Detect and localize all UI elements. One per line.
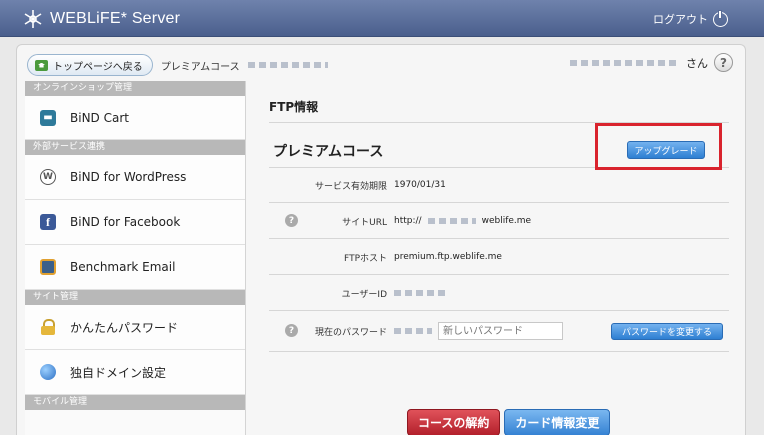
sidebar-section-shop: オンラインショップ管理 [25,81,245,96]
help-icon[interactable]: ? [714,53,733,72]
sidebar-section-external: 外部サービス連携 [25,140,245,155]
divider [269,202,729,203]
help-icon[interactable]: ? [285,214,298,227]
password-label: 現在のパスワード [314,327,387,338]
highlight-box [595,123,722,170]
cart-icon: ▬ [40,109,56,126]
site-url-label: サイトURL [342,217,387,228]
user-suffix: さん [686,56,708,70]
user-id-value [394,290,449,296]
wordpress-icon: W [40,169,56,185]
change-card-button[interactable]: カード情報変更 [504,409,611,435]
power-icon [713,10,728,27]
masked-password [394,328,432,334]
lock-icon [40,319,56,335]
masked-subdomain [427,218,476,224]
divider [269,238,729,239]
sidebar: オンラインショップ管理 ▬ BiND Cart 外部サービス連携 W BiND … [25,81,246,435]
masked-username [570,59,680,66]
sidebar-item-label: 独自ドメイン設定 [70,365,167,380]
masked-user-id [394,290,449,296]
sidebar-item-label: BiND for Facebook [70,215,181,229]
sidebar-item-label: Benchmark Email [70,260,176,274]
help-icon[interactable]: ? [285,324,298,337]
password-row: ? 現在のパスワード パスワードを変更する [254,321,729,341]
cancel-course-button[interactable]: コースの解約 [407,409,501,435]
new-password-input[interactable] [438,322,563,340]
sidebar-item-label: BiND Cart [70,110,129,125]
globe-icon [40,364,56,380]
back-to-top-button[interactable]: トップページへ戻る [27,54,153,76]
sidebar-item-bind-facebook[interactable]: f BiND for Facebook [25,200,245,245]
sidebar-section-site: サイト管理 [25,290,245,305]
user-area: さん ? [570,53,733,72]
logout-button[interactable]: ログアウト [653,10,728,27]
site-url-prefix: http:// [394,216,422,226]
sidebar-item-bind-wordpress[interactable]: W BiND for WordPress [25,155,245,200]
back-to-top-label: トップページへ戻る [53,61,143,73]
breadcrumb-current: プレミアムコース [160,61,240,73]
benchmark-icon [40,259,56,275]
sidebar-item-easy-password[interactable]: かんたんパスワード [25,305,245,350]
sidebar-item-label: BiND for WordPress [70,170,187,184]
plan-title: プレミアムコース [273,144,384,160]
logout-label: ログアウト [653,13,708,26]
ftp-host-value: premium.ftp.weblife.me [394,252,502,262]
ftp-host-label: FTPホスト [344,253,387,264]
home-icon [35,59,48,71]
top-bar: WEBLiFE* Server ログアウト [0,0,764,37]
page-title: FTP情報 [269,100,319,114]
password-value [394,322,563,340]
sidebar-item-label: かんたんパスワード [70,320,179,335]
site-url-value[interactable]: http:// weblife.me [394,216,531,226]
site-url-suffix: weblife.me [481,216,532,226]
app-title: WEBLiFE* Server [50,10,181,27]
breadcrumb: トップページへ戻る プレミアムコース [27,54,328,76]
facebook-icon: f [40,214,56,230]
app-logo[interactable]: WEBLiFE* Server [22,8,180,30]
sidebar-item-domain-settings[interactable]: 独自ドメイン設定 [25,350,245,395]
divider [269,351,729,352]
user-id-row: ユーザーID [254,283,729,303]
masked-text [247,62,328,68]
site-url-row: ? サイトURL http:// weblife.me [254,211,729,231]
sidebar-item-bind-cart[interactable]: ▬ BiND Cart [25,96,245,140]
sidebar-item-benchmark-email[interactable]: Benchmark Email [25,245,245,290]
sidebar-section-mobile: モバイル管理 [25,395,245,410]
divider [269,274,729,275]
expiry-label: サービス有効期限 [314,181,387,192]
user-id-label: ユーザーID [341,289,387,300]
ftp-host-row: FTPホスト premium.ftp.weblife.me [254,247,729,267]
expiry-row: サービス有効期限 1970/01/31 [254,175,729,195]
divider [269,310,729,311]
action-buttons: コースの解約 カード情報変更 [407,409,611,435]
expiry-value: 1970/01/31 [394,180,446,190]
weblife-logo-icon [24,10,42,28]
change-password-button[interactable]: パスワードを変更する [611,322,724,340]
page-panel: トップページへ戻る プレミアムコース さん ? オンラインショップ管理 ▬ Bi… [16,44,746,435]
